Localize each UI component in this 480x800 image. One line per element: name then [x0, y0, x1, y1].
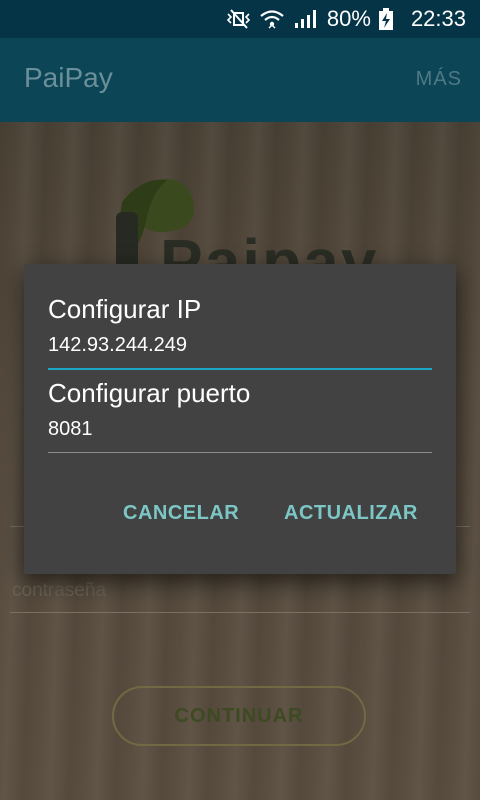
wifi-icon	[259, 8, 285, 30]
cancel-button[interactable]: CANCELAR	[123, 502, 239, 525]
more-menu-button[interactable]: MÁS	[416, 68, 462, 91]
port-input-underline	[48, 452, 432, 453]
status-bar: 80% 22:33	[0, 0, 480, 38]
battery-percent: 80%	[326, 6, 371, 31]
mute-vibrate-icon	[225, 8, 251, 30]
update-button[interactable]: ACTUALIZAR	[284, 502, 418, 525]
port-label: Configurar puerto	[48, 378, 251, 408]
app-bar: PaiPay MÁS	[0, 38, 480, 122]
ip-input-underline	[48, 368, 432, 370]
server-config-dialog: Configurar IP 142.93.244.249 Configurar …	[24, 264, 456, 574]
signal-icon	[293, 8, 319, 30]
ip-label: Configurar IP	[48, 294, 202, 324]
port-input[interactable]: 8081	[48, 418, 93, 441]
clock: 22:33	[410, 6, 466, 31]
ip-input[interactable]: 142.93.244.249	[48, 334, 187, 357]
battery-charging-icon	[378, 8, 393, 30]
app-title: PaiPay	[24, 62, 113, 93]
